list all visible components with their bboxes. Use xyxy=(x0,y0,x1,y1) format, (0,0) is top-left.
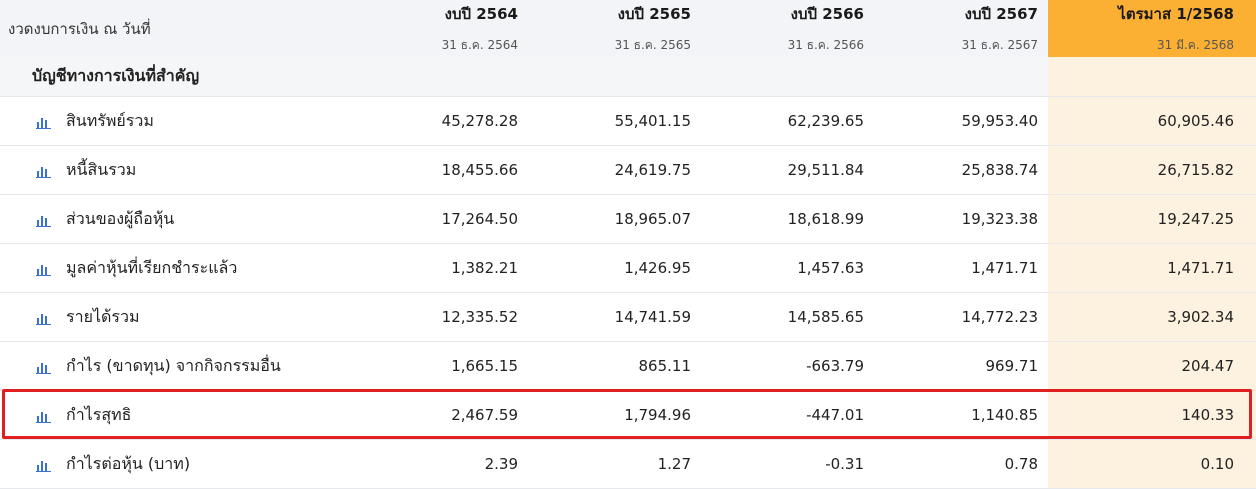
bar-chart-icon[interactable] xyxy=(36,212,52,227)
bar-chart-icon[interactable] xyxy=(36,457,52,472)
header-col-title: งบปี 2565 xyxy=(617,5,691,23)
section-title: บัญชีทางการเงินที่สำคัญ xyxy=(32,66,200,85)
table-row: ส่วนของผู้ถือหุ้น 17,264.50 18,965.07 18… xyxy=(0,195,1256,244)
value-cell: 0.10 xyxy=(1048,440,1256,488)
value-cell: 59,953.40 xyxy=(961,112,1038,130)
value-cell: 0.78 xyxy=(1004,455,1038,473)
table-row: มูลค่าหุ้นที่เรียกชำระแล้ว 1,382.21 1,42… xyxy=(0,244,1256,293)
row-label: สินทรัพย์รวม xyxy=(66,110,154,130)
value-cell: 18,455.66 xyxy=(441,161,518,179)
bar-chart-icon[interactable] xyxy=(36,114,52,129)
value-cell: 1,471.71 xyxy=(971,259,1038,277)
value-cell: 1,665.15 xyxy=(451,357,518,375)
header-col-date: 31 ธ.ค. 2565 xyxy=(614,38,691,52)
value-cell: 2.39 xyxy=(484,455,518,473)
value-cell: -447.01 xyxy=(806,406,864,424)
row-label-cell: ส่วนของผู้ถือหุ้น xyxy=(0,195,355,243)
row-label-cell: กำไรสุทธิ xyxy=(0,391,355,439)
row-label: กำไร (ขาดทุน) จากกิจกรรมอื่น xyxy=(66,355,281,375)
value-cell: 1,140.85 xyxy=(971,406,1038,424)
header-col-2564: งบปี 2564 31 ธ.ค. 2564 xyxy=(355,0,528,57)
header-col-date: 31 ธ.ค. 2566 xyxy=(787,38,864,52)
bar-chart-icon[interactable] xyxy=(36,310,52,325)
row-label: มูลค่าหุ้นที่เรียกชำระแล้ว xyxy=(66,257,238,277)
value-cell: 62,239.65 xyxy=(787,112,864,130)
header-col-title: งบปี 2564 xyxy=(444,5,518,23)
value-cell: -0.31 xyxy=(825,455,864,473)
table-row: หนี้สินรวม 18,455.66 24,619.75 29,511.84… xyxy=(0,146,1256,195)
value-cell: 19,247.25 xyxy=(1048,195,1256,243)
value-cell: 1,471.71 xyxy=(1048,244,1256,292)
row-label-cell: กำไรต่อหุ้น (บาท) xyxy=(0,440,355,488)
value-cell: -663.79 xyxy=(806,357,864,375)
value-cell: 24,619.75 xyxy=(614,161,691,179)
value-cell: 25,838.74 xyxy=(961,161,1038,179)
bar-chart-icon[interactable] xyxy=(36,408,52,423)
header-col-date: 31 ธ.ค. 2564 xyxy=(441,38,518,52)
table-row: สินทรัพย์รวม 45,278.28 55,401.15 62,239.… xyxy=(0,97,1256,146)
row-label: ส่วนของผู้ถือหุ้น xyxy=(66,208,175,228)
table-row: กำไรต่อหุ้น (บาท) 2.39 1.27 -0.31 0.78 0… xyxy=(0,440,1256,489)
value-cell: 26,715.82 xyxy=(1048,146,1256,194)
table-header-row: งวดงบการเงิน ณ วันที่ งบปี 2564 31 ธ.ค. … xyxy=(0,0,1256,57)
bar-chart-icon[interactable] xyxy=(36,359,52,374)
value-cell: 60,905.46 xyxy=(1048,97,1256,145)
header-col-date: 31 ธ.ค. 2567 xyxy=(961,38,1038,52)
table-row: รายได้รวม 12,335.52 14,741.59 14,585.65 … xyxy=(0,293,1256,342)
header-period-label: งวดงบการเงิน ณ วันที่ xyxy=(8,19,151,38)
header-col-2567: งบปี 2567 31 ธ.ค. 2567 xyxy=(874,0,1048,57)
header-col-title: งบปี 2567 xyxy=(964,5,1038,23)
value-cell: 12,335.52 xyxy=(441,308,518,326)
header-col-2566: งบปี 2566 31 ธ.ค. 2566 xyxy=(701,0,874,57)
value-cell: 45,278.28 xyxy=(441,112,518,130)
value-cell: 969.71 xyxy=(985,357,1039,375)
row-label-cell: สินทรัพย์รวม xyxy=(0,97,355,145)
bar-chart-icon[interactable] xyxy=(36,261,52,276)
value-cell: 1,794.96 xyxy=(624,406,691,424)
table-row: กำไร (ขาดทุน) จากกิจกรรมอื่น 1,665.15 86… xyxy=(0,342,1256,391)
value-cell: 865.11 xyxy=(638,357,692,375)
value-cell: 18,618.99 xyxy=(787,210,864,228)
header-col-date: 31 มี.ค. 2568 xyxy=(1156,38,1234,52)
header-col-q1-2568: ไตรมาส 1/2568 31 มี.ค. 2568 xyxy=(1048,0,1256,57)
header-col-title: ไตรมาส 1/2568 xyxy=(1118,5,1234,23)
row-label: รายได้รวม xyxy=(66,306,140,326)
row-label-cell: มูลค่าหุ้นที่เรียกชำระแล้ว xyxy=(0,244,355,292)
financial-table: งวดงบการเงิน ณ วันที่ งบปี 2564 31 ธ.ค. … xyxy=(0,0,1256,489)
value-cell: 1,457.63 xyxy=(797,259,864,277)
value-cell: 55,401.15 xyxy=(614,112,691,130)
value-cell: 140.33 xyxy=(1048,391,1256,439)
header-col-title: งบปี 2566 xyxy=(790,5,864,23)
table-body: สินทรัพย์รวม 45,278.28 55,401.15 62,239.… xyxy=(0,97,1256,489)
row-label: หนี้สินรวม xyxy=(66,159,137,179)
bar-chart-icon[interactable] xyxy=(36,163,52,178)
row-label: กำไรต่อหุ้น (บาท) xyxy=(66,453,191,473)
value-cell: 204.47 xyxy=(1048,342,1256,390)
value-cell: 29,511.84 xyxy=(787,161,864,179)
row-label: กำไรสุทธิ xyxy=(66,404,132,424)
section-spacer xyxy=(1048,57,1256,96)
value-cell: 14,741.59 xyxy=(614,308,691,326)
value-cell: 3,902.34 xyxy=(1048,293,1256,341)
value-cell: 2,467.59 xyxy=(451,406,518,424)
row-label-cell: กำไร (ขาดทุน) จากกิจกรรมอื่น xyxy=(0,342,355,390)
header-col-2565: งบปี 2565 31 ธ.ค. 2565 xyxy=(528,0,701,57)
value-cell: 19,323.38 xyxy=(961,210,1038,228)
value-cell: 1,426.95 xyxy=(624,259,691,277)
row-label-cell: รายได้รวม xyxy=(0,293,355,341)
value-cell: 1.27 xyxy=(657,455,691,473)
value-cell: 17,264.50 xyxy=(441,210,518,228)
value-cell: 14,772.23 xyxy=(961,308,1038,326)
value-cell: 14,585.65 xyxy=(787,308,864,326)
row-label-cell: หนี้สินรวม xyxy=(0,146,355,194)
section-header-row: บัญชีทางการเงินที่สำคัญ xyxy=(0,57,1256,97)
value-cell: 18,965.07 xyxy=(614,210,691,228)
table-row: กำไรสุทธิ 2,467.59 1,794.96 -447.01 1,14… xyxy=(0,391,1256,440)
value-cell: 1,382.21 xyxy=(451,259,518,277)
